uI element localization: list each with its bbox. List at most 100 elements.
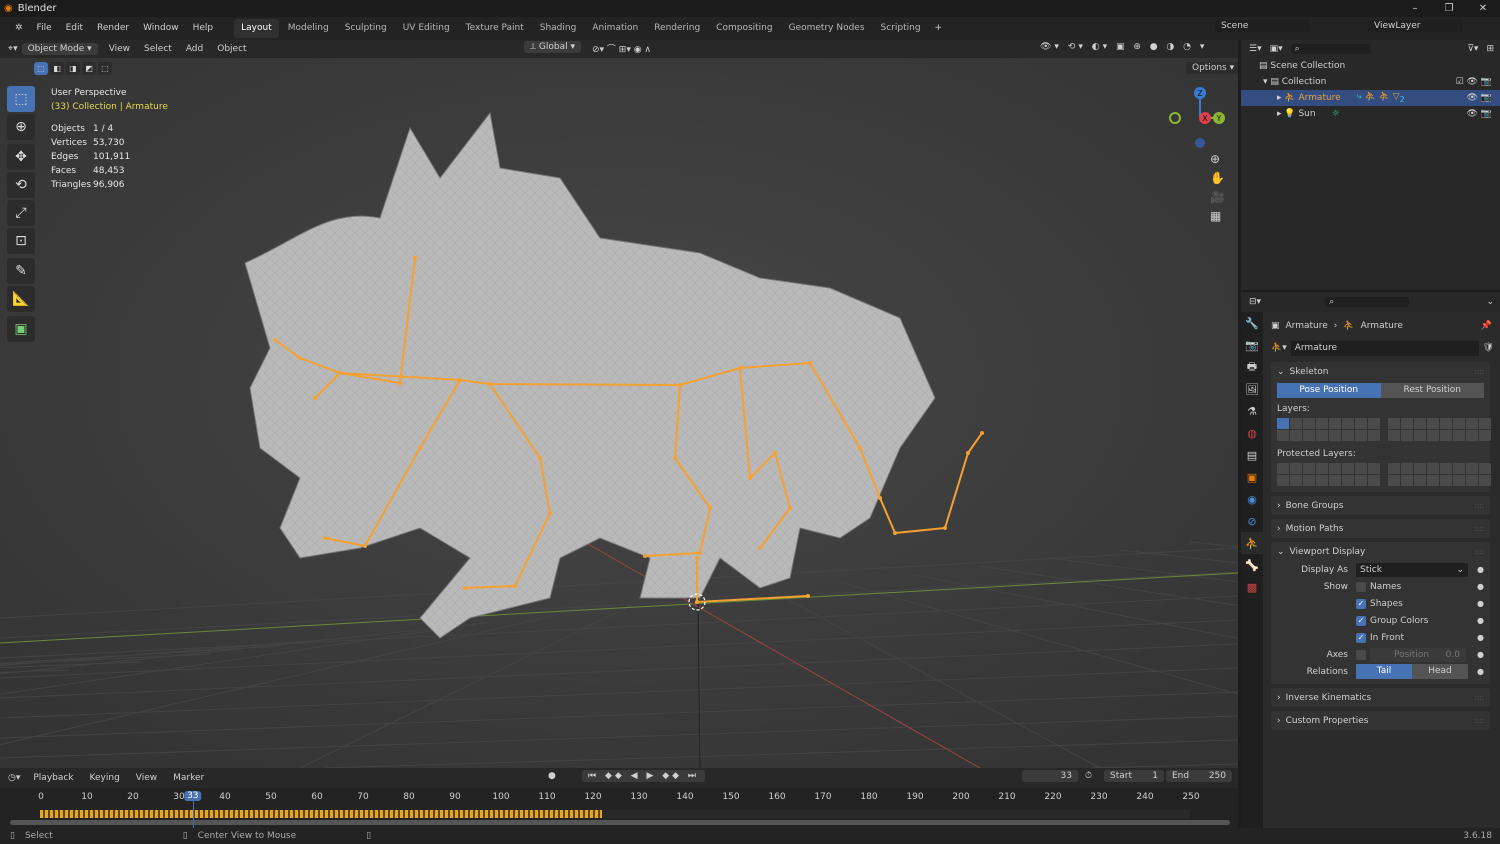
layer-cell[interactable] bbox=[1368, 418, 1380, 429]
layer-cell[interactable] bbox=[1329, 475, 1341, 486]
tab-texture-paint[interactable]: Texture Paint bbox=[459, 19, 531, 38]
timeline-menu-playback[interactable]: Playback bbox=[26, 767, 80, 790]
show-shapes-checkbox[interactable]: ✓ bbox=[1356, 598, 1366, 609]
layer-cell[interactable] bbox=[1368, 475, 1380, 486]
show-in-front-checkbox[interactable]: ✓ bbox=[1356, 632, 1366, 643]
timeline-menu-keying[interactable]: Keying bbox=[83, 767, 127, 790]
view-layer-selector[interactable]: ViewLayer bbox=[1368, 20, 1463, 32]
layer-cell[interactable] bbox=[1440, 475, 1452, 486]
select-intersect-icon[interactable]: ⬚ bbox=[98, 62, 112, 75]
camera-icon[interactable]: 🎥 bbox=[1210, 190, 1225, 204]
layer-cell[interactable] bbox=[1277, 475, 1289, 486]
tab-geometry-nodes[interactable]: Geometry Nodes bbox=[782, 19, 872, 38]
select-box-tool-icon[interactable]: ⬚ bbox=[7, 86, 35, 112]
skeleton-panel-header[interactable]: ⌄ Skeleton:::: bbox=[1271, 362, 1490, 381]
keyframe-track[interactable] bbox=[40, 810, 1190, 818]
editor-type-icon[interactable]: ⌖▾ bbox=[8, 44, 18, 54]
layer-cell[interactable] bbox=[1303, 418, 1315, 429]
scene-selector[interactable]: Scene bbox=[1215, 20, 1310, 32]
layer-cell[interactable] bbox=[1427, 463, 1439, 474]
layer-cell[interactable] bbox=[1277, 430, 1289, 441]
object-tab-icon[interactable]: ▣ bbox=[1241, 466, 1263, 488]
bone-groups-panel[interactable]: › Bone Groups:::: bbox=[1271, 496, 1490, 515]
layer-cell[interactable] bbox=[1401, 475, 1413, 486]
perspective-grid-icon[interactable]: ▦ bbox=[1210, 209, 1225, 223]
render-tab-icon[interactable]: 📷 bbox=[1241, 334, 1263, 356]
zoom-icon[interactable]: ⊕ bbox=[1210, 152, 1225, 166]
protected-layers-grid[interactable] bbox=[1277, 463, 1491, 492]
rotate-tool-icon[interactable]: ⟲ bbox=[7, 172, 35, 198]
move-tool-icon[interactable]: ✥ bbox=[7, 144, 35, 170]
filter-icon[interactable]: ⊽▾ bbox=[1467, 44, 1478, 54]
custom-properties-panel[interactable]: › Custom Properties:::: bbox=[1271, 711, 1490, 730]
properties-search-input[interactable]: ⌕ bbox=[1325, 297, 1410, 307]
layer-cell[interactable] bbox=[1414, 418, 1426, 429]
layer-cell[interactable] bbox=[1277, 418, 1289, 429]
armature-data-tab-icon[interactable]: ⛹ bbox=[1241, 532, 1263, 554]
tool-tab-icon[interactable]: 🔧 bbox=[1241, 312, 1263, 334]
layer-cell[interactable] bbox=[1427, 418, 1439, 429]
show-names-checkbox[interactable] bbox=[1356, 581, 1366, 592]
tab-shading[interactable]: Shading bbox=[533, 19, 584, 38]
layer-cell[interactable] bbox=[1479, 430, 1491, 441]
outliner-row-scene-collection[interactable]: ▤ Scene Collection bbox=[1241, 58, 1500, 74]
outliner-row-sun[interactable]: ▸ 💡 Sun ☼ 👁 📷 bbox=[1241, 106, 1500, 122]
layer-cell[interactable] bbox=[1453, 475, 1465, 486]
add-cube-tool-icon[interactable]: ▣ bbox=[7, 316, 35, 342]
shading-icons[interactable]: 👁▾ ⟲▾ ◐▾ ▣ ⊕ ● ◑ ◔ ▾ bbox=[1040, 42, 1207, 52]
layer-cell[interactable] bbox=[1453, 418, 1465, 429]
end-frame-field[interactable]: End 250 bbox=[1166, 770, 1232, 782]
layer-cell[interactable] bbox=[1355, 418, 1367, 429]
world-tab-icon[interactable]: ◍ bbox=[1241, 422, 1263, 444]
tab-scripting[interactable]: Scripting bbox=[874, 19, 928, 38]
menu-edit[interactable]: Edit bbox=[59, 17, 90, 40]
fake-user-shield-icon[interactable]: 🛡 bbox=[1483, 343, 1494, 353]
cursor-tool-icon[interactable]: ⊕ bbox=[7, 114, 35, 140]
start-frame-field[interactable]: Start 1 bbox=[1104, 770, 1164, 782]
minimize-button[interactable]: – bbox=[1398, 0, 1432, 17]
texture-tab-icon[interactable]: ▩ bbox=[1241, 576, 1263, 598]
select-subtract-icon[interactable]: ◨ bbox=[66, 62, 80, 75]
layer-cell[interactable] bbox=[1453, 430, 1465, 441]
layer-cell[interactable] bbox=[1368, 463, 1380, 474]
layer-cell[interactable] bbox=[1355, 430, 1367, 441]
layer-cell[interactable] bbox=[1277, 463, 1289, 474]
add-workspace-button[interactable]: + bbox=[928, 17, 950, 40]
pivot-icon[interactable]: ⊘▾ ⌒ ⊞▾ ◉ ∧ bbox=[592, 42, 651, 55]
transform-tool-icon[interactable]: ⊡ bbox=[7, 228, 35, 254]
output-tab-icon[interactable]: 🖶 bbox=[1241, 356, 1263, 378]
layer-cell[interactable] bbox=[1479, 475, 1491, 486]
collection-tab-icon[interactable]: ▤ bbox=[1241, 444, 1263, 466]
layer-cell[interactable] bbox=[1414, 430, 1426, 441]
layer-cell[interactable] bbox=[1388, 430, 1400, 441]
inverse-kinematics-panel[interactable]: › Inverse Kinematics:::: bbox=[1271, 688, 1490, 707]
layer-cell[interactable] bbox=[1290, 430, 1302, 441]
armature-data-icons[interactable]: ⤷ ⛹ ⛹ ▽2 bbox=[1357, 92, 1405, 104]
constraints-tab-icon[interactable]: ⊘ bbox=[1241, 510, 1263, 532]
sun-data-icon[interactable]: ☼ bbox=[1332, 109, 1340, 119]
outliner-search-input[interactable]: ⌕ bbox=[1290, 44, 1371, 54]
mode-dropdown[interactable]: Object Mode ▾ bbox=[21, 43, 98, 55]
bone-tab-icon[interactable]: 🦴 bbox=[1241, 554, 1263, 576]
current-frame-field[interactable]: 33 bbox=[1022, 770, 1078, 782]
visibility-icons[interactable]: 👁 📷 bbox=[1467, 109, 1493, 119]
layer-cell[interactable] bbox=[1388, 418, 1400, 429]
layer-cell[interactable] bbox=[1453, 463, 1465, 474]
auto-keying-icon[interactable]: ● bbox=[548, 771, 556, 781]
visibility-icons[interactable]: 👁 📷 bbox=[1467, 93, 1493, 103]
layer-cell[interactable] bbox=[1290, 475, 1302, 486]
layer-cell[interactable] bbox=[1303, 475, 1315, 486]
layer-cell[interactable] bbox=[1355, 475, 1367, 486]
layer-cell[interactable] bbox=[1401, 463, 1413, 474]
layer-cell[interactable] bbox=[1329, 463, 1341, 474]
relations-tail-button[interactable]: Tail bbox=[1356, 664, 1412, 679]
select-invert-icon[interactable]: ◩ bbox=[82, 62, 96, 75]
armature-browse-icon[interactable]: ⛹▾ bbox=[1271, 343, 1287, 353]
layer-cell[interactable] bbox=[1303, 430, 1315, 441]
tab-modeling[interactable]: Modeling bbox=[281, 19, 336, 38]
layer-cell[interactable] bbox=[1342, 418, 1354, 429]
expand-icon[interactable]: ▸ bbox=[1277, 109, 1284, 119]
layer-cell[interactable] bbox=[1316, 463, 1328, 474]
tab-layout[interactable]: Layout bbox=[234, 19, 279, 38]
show-group-colors-checkbox[interactable]: ✓ bbox=[1356, 615, 1366, 626]
